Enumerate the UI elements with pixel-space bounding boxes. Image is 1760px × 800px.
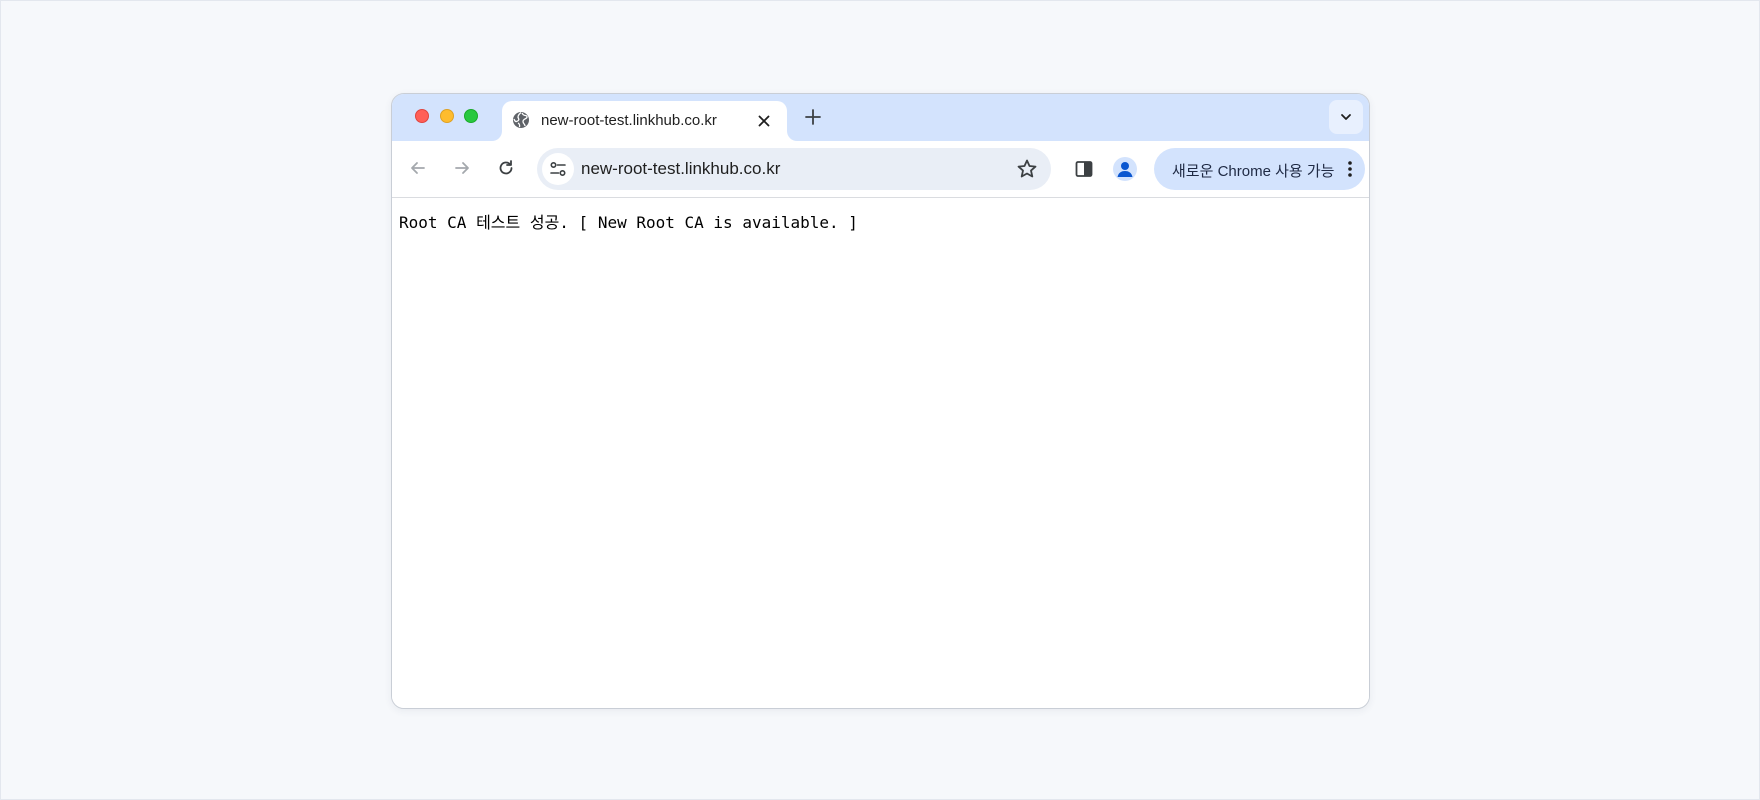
tune-icon bbox=[550, 161, 566, 177]
side-panel-button[interactable] bbox=[1070, 155, 1098, 183]
globe-icon bbox=[513, 112, 529, 128]
back-button[interactable] bbox=[404, 154, 432, 182]
url-input[interactable]: new-root-test.linkhub.co.kr bbox=[581, 159, 780, 179]
chrome-update-button[interactable]: 새로운 Chrome 사용 가능 bbox=[1154, 148, 1365, 190]
forward-button[interactable] bbox=[448, 154, 476, 182]
minimize-window-button[interactable] bbox=[440, 109, 454, 123]
tab-strip: new-root-test.linkhub.co.kr bbox=[392, 94, 1369, 141]
new-tab-icon[interactable] bbox=[802, 106, 824, 128]
tab-search-button[interactable] bbox=[1329, 100, 1363, 134]
side-panel-icon bbox=[1075, 161, 1093, 177]
address-bar[interactable]: new-root-test.linkhub.co.kr bbox=[537, 148, 1051, 190]
browser-window: new-root-test.linkhub.co.kr new-root-tes… bbox=[391, 93, 1370, 709]
tab-title: new-root-test.linkhub.co.kr bbox=[541, 112, 717, 129]
update-label: 새로운 Chrome 사용 가능 bbox=[1172, 163, 1335, 180]
profile-avatar[interactable] bbox=[1113, 157, 1137, 181]
reload-button[interactable] bbox=[492, 154, 520, 182]
zoom-window-button[interactable] bbox=[464, 109, 478, 123]
site-info-button[interactable] bbox=[542, 153, 574, 185]
page-body-text: Root CA 테스트 성공. [ New Root CA is availab… bbox=[399, 213, 858, 232]
active-tab[interactable]: new-root-test.linkhub.co.kr bbox=[502, 101, 787, 141]
page-content: Root CA 테스트 성공. [ New Root CA is availab… bbox=[392, 198, 1369, 708]
arrow-left-icon bbox=[411, 162, 425, 174]
toolbar: new-root-test.linkhub.co.kr 새로운 Chrome 사… bbox=[392, 141, 1369, 198]
close-tab-icon[interactable] bbox=[755, 112, 773, 130]
person-icon bbox=[1117, 162, 1133, 177]
bookmark-star-icon[interactable] bbox=[1015, 157, 1039, 181]
arrow-right-icon bbox=[455, 162, 469, 174]
close-window-button[interactable] bbox=[415, 109, 429, 123]
chevron-down-icon bbox=[1341, 114, 1351, 120]
reload-icon bbox=[499, 160, 513, 175]
more-vert-icon[interactable] bbox=[1345, 159, 1355, 179]
